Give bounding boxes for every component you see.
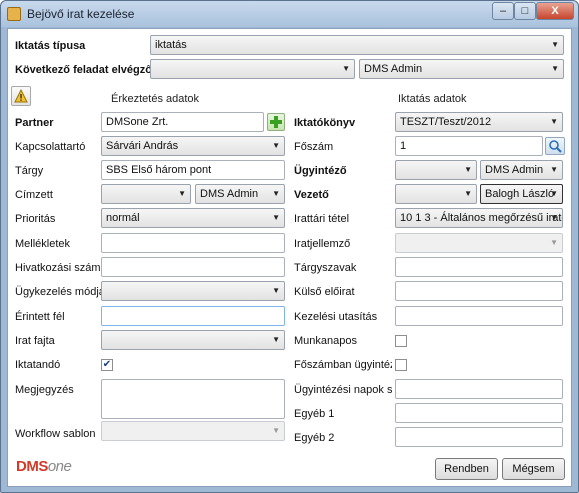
chevron-down-icon: ▼ xyxy=(272,141,280,150)
note-label: Megjegyzés xyxy=(15,384,74,396)
warning-button[interactable] xyxy=(11,86,31,106)
subject-label: Tárgy xyxy=(15,165,44,177)
contact-label: Kapcsolattartó xyxy=(15,141,86,153)
priority-label: Prioritás xyxy=(15,213,56,225)
add-partner-button[interactable] xyxy=(267,113,285,131)
ext-rules-field[interactable] xyxy=(395,281,563,301)
partner-label: Partner xyxy=(15,117,54,129)
addressee-user-select[interactable]: DMS Admin ▼ xyxy=(195,184,285,204)
dmsone-logo: DMSone xyxy=(16,458,72,475)
app-icon xyxy=(7,7,21,21)
partner-field[interactable]: DMSone Zrt. xyxy=(101,112,264,132)
chevron-down-icon: ▼ xyxy=(550,238,558,247)
chevron-down-icon: ▼ xyxy=(272,189,280,198)
clerk-days-field[interactable] xyxy=(395,379,563,399)
attachments-field[interactable] xyxy=(101,233,285,253)
dialog-window: Bejövő irat kezelése – □ X Iktatás típus… xyxy=(0,0,579,493)
main-clerk-checkbox[interactable] xyxy=(395,359,407,371)
attachments-label: Mellékletek xyxy=(15,238,71,250)
other1-label: Egyéb 1 xyxy=(294,408,335,420)
reference-label: Hivatkozási szám xyxy=(15,262,101,274)
leader-label: Vezető xyxy=(294,189,329,201)
clerk-user-select[interactable]: DMS Admin ▼ xyxy=(480,160,563,180)
affected-label: Érintett fél xyxy=(15,311,65,323)
main-clerk-label: Főszámban ügyintéző v xyxy=(294,359,392,371)
to-register-label: Iktatandó xyxy=(15,359,61,371)
doc-char-select[interactable]: ▼ xyxy=(395,233,563,253)
reference-field[interactable] xyxy=(101,257,285,277)
doc-type-label: Irat fajta xyxy=(15,335,55,347)
keywords-label: Tárgyszavak xyxy=(294,262,357,274)
next-task-org-select[interactable]: ▼ xyxy=(150,59,355,79)
workflow-label: Workflow sablon xyxy=(15,428,96,440)
contact-select[interactable]: Sárvári András ▼ xyxy=(101,136,285,156)
chevron-down-icon: ▼ xyxy=(464,189,472,198)
main-no-field[interactable]: 1 xyxy=(395,136,543,156)
handling-select[interactable]: ▼ xyxy=(101,281,285,301)
left-section-header: Érkeztetés adatok xyxy=(111,93,200,105)
warning-icon xyxy=(14,89,28,103)
type-label: Iktatás típusa xyxy=(15,40,86,52)
title-bar: Bejövő irat kezelése – □ X xyxy=(1,1,578,27)
chevron-down-icon: ▼ xyxy=(550,117,558,126)
chevron-down-icon: ▼ xyxy=(550,189,558,198)
archive-label: Irattári tétel xyxy=(294,213,350,225)
ok-button[interactable]: Rendben xyxy=(435,458,498,480)
other2-field[interactable] xyxy=(395,427,563,447)
other1-field[interactable] xyxy=(395,403,563,423)
chevron-down-icon: ▼ xyxy=(272,335,280,344)
ext-rules-label: Külső előirat xyxy=(294,286,355,298)
workday-label: Munkanapos xyxy=(294,335,357,347)
workday-checkbox[interactable] xyxy=(395,335,407,347)
handling-instr-label: Kezelési utasítás xyxy=(294,311,378,323)
doc-char-label: Iratjellemző xyxy=(294,238,351,250)
search-button[interactable] xyxy=(545,137,565,155)
handling-instr-field[interactable] xyxy=(395,306,563,326)
close-button[interactable]: X xyxy=(536,2,574,20)
to-register-checkbox[interactable]: ✔ xyxy=(101,359,113,371)
chevron-down-icon: ▼ xyxy=(551,64,559,73)
window-title: Bejövő irat kezelése xyxy=(27,7,135,21)
leader-user-select[interactable]: Balogh László ▼ xyxy=(480,184,563,204)
chevron-down-icon: ▼ xyxy=(550,165,558,174)
workflow-select[interactable]: ▼ xyxy=(101,421,285,441)
dialog-body: Iktatás típusa iktatás ▼ Következő felada… xyxy=(7,28,572,487)
subject-field[interactable]: SBS Első három pont xyxy=(101,160,285,180)
maximize-button[interactable]: □ xyxy=(514,2,536,20)
right-section-header: Iktatás adatok xyxy=(398,93,467,105)
chevron-down-icon: ▼ xyxy=(550,213,558,222)
chevron-down-icon: ▼ xyxy=(342,64,350,73)
clerk-org-select[interactable]: ▼ xyxy=(395,160,477,180)
clerk-days-label: Ügyintézési napok szám xyxy=(294,384,392,396)
affected-field[interactable] xyxy=(101,306,285,326)
leader-org-select[interactable]: ▼ xyxy=(395,184,477,204)
next-task-label: Következő feladat elvégzője xyxy=(15,64,162,76)
keywords-field[interactable] xyxy=(395,257,563,277)
chevron-down-icon: ▼ xyxy=(272,213,280,222)
archive-select[interactable]: 10 1 3 - Általános megőrzésű iratok ▼ xyxy=(395,208,563,228)
cancel-button[interactable]: Mégsem xyxy=(502,458,565,480)
book-select[interactable]: TESZT/Teszt/2012 ▼ xyxy=(395,112,563,132)
search-icon xyxy=(549,140,562,153)
book-label: Iktatókönyv xyxy=(294,117,356,129)
chevron-down-icon: ▼ xyxy=(464,165,472,174)
type-select[interactable]: iktatás ▼ xyxy=(150,35,564,55)
addressee-label: Címzett xyxy=(15,189,53,201)
chevron-down-icon: ▼ xyxy=(178,189,186,198)
chevron-down-icon: ▼ xyxy=(551,40,559,49)
clerk-label: Ügyintéző xyxy=(294,165,347,177)
main-no-label: Főszám xyxy=(294,141,334,153)
next-task-user-select[interactable]: DMS Admin ▼ xyxy=(359,59,564,79)
handling-label: Ügykezelés módja xyxy=(15,286,105,298)
minimize-button[interactable]: – xyxy=(492,2,514,20)
doc-type-select[interactable]: ▼ xyxy=(101,330,285,350)
priority-select[interactable]: normál ▼ xyxy=(101,208,285,228)
chevron-down-icon: ▼ xyxy=(272,426,280,435)
note-field[interactable] xyxy=(101,379,285,419)
chevron-down-icon: ▼ xyxy=(272,286,280,295)
other2-label: Egyéb 2 xyxy=(294,432,335,444)
plus-icon xyxy=(270,116,282,128)
addressee-org-select[interactable]: ▼ xyxy=(101,184,191,204)
